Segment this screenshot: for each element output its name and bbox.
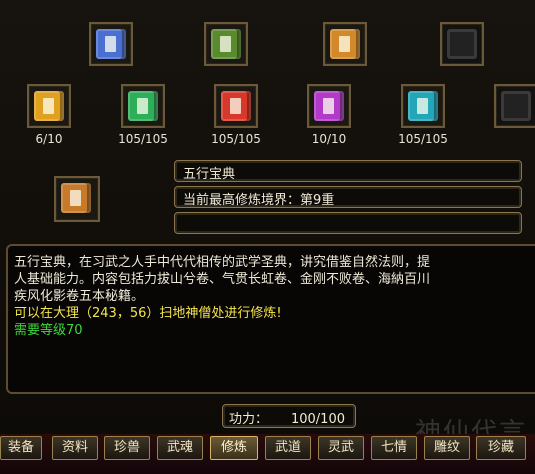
book-count-5: 105/105 [398,132,448,146]
tab-emotions[interactable]: 七情 [371,436,417,460]
empty-slot-icon [501,91,531,121]
tab-info[interactable]: 资料 [52,436,98,460]
cyan-book-icon [408,91,438,121]
yellow-book-icon [34,91,64,121]
green-book-icon [128,91,158,121]
top-slot-4[interactable] [440,22,484,66]
power-label: 功力： [229,412,269,427]
book-count-2: 105/105 [118,132,168,146]
empty-slot-icon [447,29,477,59]
tab-pets[interactable]: 珍兽 [104,436,150,460]
description-line: 五行宝典，在习武之人手中代代相传的武学圣典，讲究借鉴自然法则，提 [14,255,431,270]
cultivation-panel: 6/10 105/105 105/105 10/10 105/105 五行宝典 … [0,0,535,474]
book-slot-1[interactable] [27,84,71,128]
book-count-1: 6/10 [35,132,63,146]
training-location: 可以在大理（243，56）扫地神僧处进行修炼! [14,306,282,321]
golden-chest-icon [330,29,360,59]
book-count-3: 105/105 [211,132,261,146]
extra-field [174,212,522,234]
tab-engraving[interactable]: 雕纹 [424,436,470,460]
selected-book-slot [54,176,100,222]
scroll-bundle-icon [211,29,241,59]
top-slot-1[interactable] [89,22,133,66]
book-slot-6[interactable] [494,84,535,128]
tab-martial-path[interactable]: 武道 [265,436,311,460]
book-slot-2[interactable] [121,84,165,128]
level-requirement: 需要等级70 [14,323,83,338]
five-elements-book-icon [61,183,91,213]
top-slot-2[interactable] [204,22,248,66]
description-line: 疾风化影卷五本秘籍。 [14,289,145,304]
tab-equipment[interactable]: 装备 [0,436,42,460]
tab-spirit-weapon[interactable]: 灵武 [318,436,364,460]
tab-collection[interactable]: 珍藏 [476,436,526,460]
book-slot-4[interactable] [307,84,351,128]
book-slot-3[interactable] [214,84,258,128]
power-value: 100/100 [290,412,345,427]
tab-martial-soul[interactable]: 武魂 [157,436,203,460]
skill-name-field: 五行宝典 [174,160,522,182]
description-box: 五行宝典，在习武之人手中代代相传的武学圣典，讲究借鉴自然法则，提 人基础能力。内… [6,244,535,394]
red-book-icon [221,91,251,121]
colorful-books-icon [96,29,126,59]
power-display: 功力： 100/100 [222,404,356,428]
purple-book-icon [314,91,344,121]
description-line: 人基础能力。内容包括力拔山兮卷、气贯长虹卷、金刚不败卷、海納百川 [14,272,431,287]
tab-cultivation[interactable]: 修炼 [210,436,258,460]
realm-field: 当前最高修炼境界：第9重 [174,186,522,208]
tab-bar: 装备 资料 珍兽 武魂 修炼 武道 灵武 七情 雕纹 珍藏 [0,434,535,474]
book-count-4: 10/10 [311,132,347,146]
top-slot-3[interactable] [323,22,367,66]
book-slot-5[interactable] [401,84,445,128]
